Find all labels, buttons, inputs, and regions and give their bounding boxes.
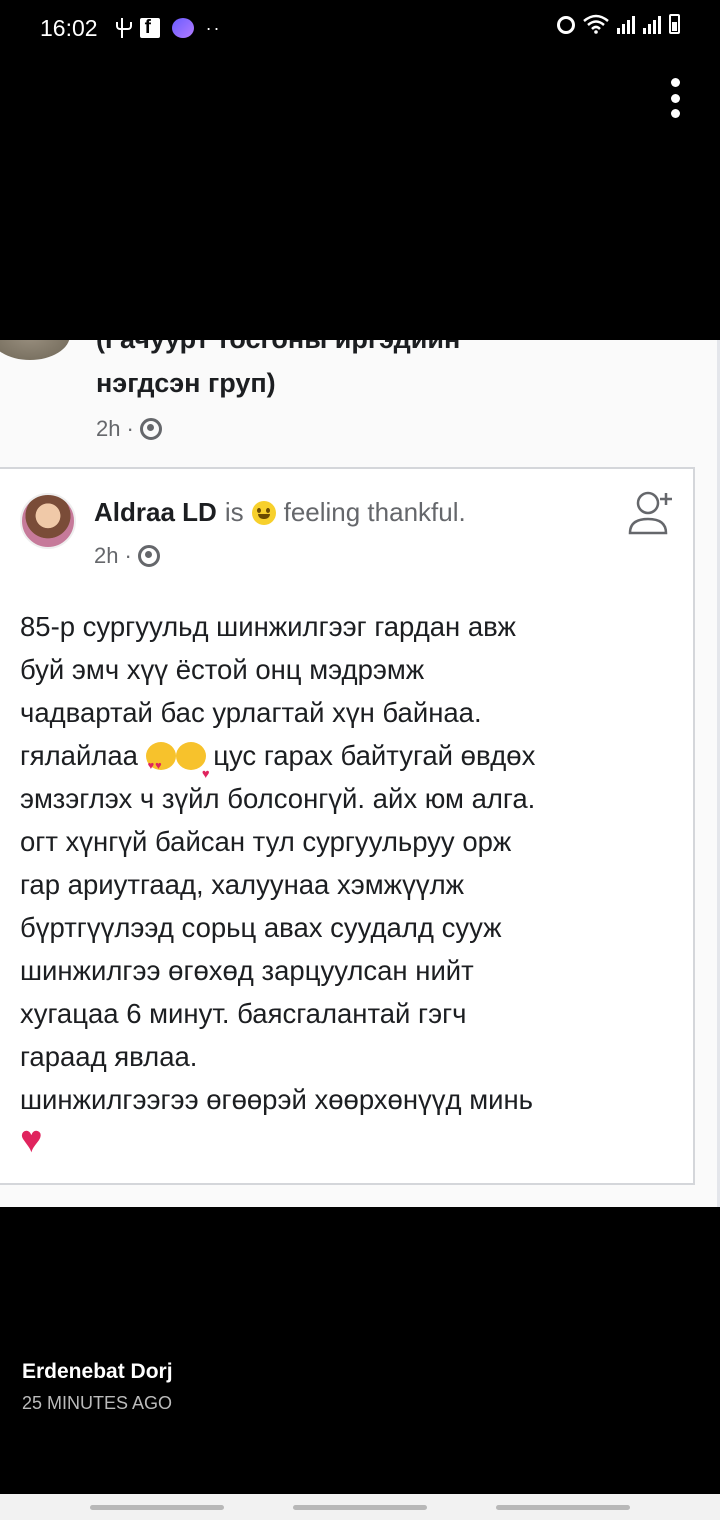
poster-name[interactable]: Erdenebat Dorj — [22, 1360, 173, 1384]
post-line: чадвартай бас урлагтай хүн байнаа. — [20, 697, 482, 728]
author-name: Aldraa LD — [94, 497, 217, 527]
signal-2-icon — [643, 16, 661, 34]
post-body: 85-р сургуульд шинжилгээг гардан авж буй… — [20, 605, 670, 1164]
usb-icon — [115, 18, 132, 38]
avatar — [20, 493, 76, 549]
author-line: Aldraa LD is feeling thankful. — [94, 497, 466, 528]
meta-separator: · — [124, 543, 132, 568]
recents-button[interactable] — [90, 1504, 224, 1510]
heart-eyes-emoji-icon — [145, 742, 176, 788]
feeling-text: feeling thankful. — [283, 497, 466, 527]
post-line: шинжилгээгээ өгөөрэй хөөрхөнүүд минь — [20, 1084, 534, 1115]
more-options-button[interactable] — [662, 78, 688, 118]
meta-separator: · — [126, 416, 134, 441]
author-is-text: is — [224, 497, 244, 527]
poster-time: 25 MINUTES AGO — [22, 1393, 173, 1413]
post-line: эмзэглэх ч зүйл болсонгүй. айх юм алга. — [20, 783, 536, 814]
group-post-time: 2h — [96, 416, 121, 441]
post-line: огт хүнгүй байсан тул сургуульруу орж — [20, 826, 512, 857]
signal-icon — [617, 16, 635, 34]
post-line: 85-р сургуульд шинжилгээг гардан авж — [20, 611, 516, 642]
post-line: цус гарах байтугай өвдөх — [213, 740, 536, 771]
smiley-icon — [251, 500, 276, 525]
system-icons — [557, 14, 680, 34]
post-line: хугацаа 6 минут. баясгалантай гэгч — [20, 998, 467, 1029]
back-button[interactable] — [496, 1504, 630, 1510]
post-line: гараад явлаа. — [20, 1041, 198, 1072]
shared-screenshot[interactable]: (Гачуурт тосгоны иргэдийн нэгдсэн груп) … — [0, 340, 720, 1207]
notification-icons: ·· — [115, 17, 222, 39]
group-title-partial: (Гачуурт тосгоны иргэдийн — [96, 340, 460, 355]
post-line: бүртгүүлээд сорьц авах суудалд сууж — [20, 912, 502, 943]
status-bar: 16:02 ·· — [0, 0, 720, 56]
post-meta: 2h · — [94, 543, 160, 569]
alarm-icon — [557, 16, 575, 34]
app-badge-icon — [171, 18, 194, 38]
kiss-emoji-icon — [175, 742, 210, 795]
post-line: буй эмч хүү ёстой онц мэдрэмж — [20, 654, 425, 685]
globe-icon — [139, 418, 162, 440]
post-line: шинжилгээ өгөхөд зарцуулсан нийт — [20, 955, 474, 986]
shared-post-card: Aldraa LD is feeling thankful. 2h · 85-р… — [0, 467, 695, 1185]
facebook-icon — [139, 17, 160, 39]
home-button[interactable] — [293, 1504, 427, 1510]
more-notifications-icon: ·· — [205, 17, 222, 38]
add-friend-icon — [628, 491, 672, 535]
sparkling-heart-icon: ♥ — [20, 1119, 43, 1161]
more-dot-icon — [670, 109, 680, 118]
more-dot-icon — [670, 93, 680, 103]
battery-icon — [669, 14, 680, 34]
more-dot-icon — [670, 78, 680, 87]
group-post-meta: 2h · — [96, 416, 162, 442]
globe-icon — [137, 545, 160, 567]
post-line: гялайлаа — [20, 740, 138, 771]
group-avatar — [0, 340, 70, 360]
wifi-icon — [583, 14, 609, 34]
status-time: 16:02 — [40, 14, 98, 41]
group-title: нэгдсэн груп) — [96, 368, 276, 398]
navigation-bar — [0, 1494, 720, 1520]
post-time: 2h — [94, 543, 119, 568]
post-line: гар ариутгаад, халуунаа хэмжүүлж — [20, 869, 465, 900]
